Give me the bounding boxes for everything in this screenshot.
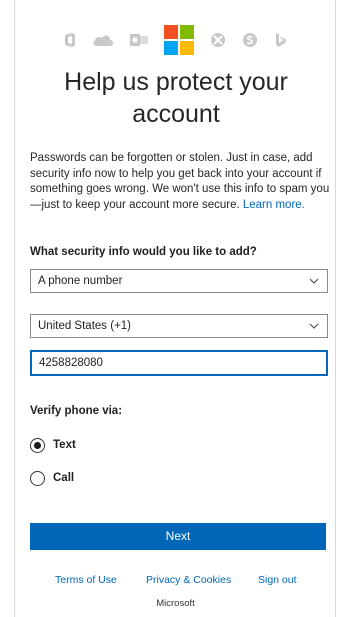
radio-selected-icon (30, 437, 45, 453)
phone-number-value: 4258828080 (39, 357, 103, 369)
verify-text-radio[interactable]: Text (30, 437, 76, 453)
sign-out-link[interactable]: Sign out (258, 574, 297, 586)
product-icons-row (0, 25, 351, 55)
radio-unselected-icon (30, 470, 45, 486)
security-method-select[interactable]: A phone number (30, 269, 328, 293)
chevron-down-icon (309, 323, 319, 329)
verify-via-label: Verify phone via: (30, 405, 123, 417)
verify-call-label: Call (53, 472, 75, 484)
microsoft-logo-icon (163, 25, 194, 55)
chevron-down-icon (309, 278, 319, 284)
terms-of-use-link[interactable]: Terms of Use (55, 574, 117, 586)
onedrive-icon (92, 35, 113, 46)
skype-icon (242, 33, 257, 47)
security-info-question: What security info would you like to add… (30, 246, 257, 258)
page-title: Help us protect your account (64, 68, 288, 128)
office-icon (64, 33, 75, 47)
phone-number-input[interactable]: 4258828080 (30, 350, 328, 376)
verify-text-label: Text (53, 439, 76, 451)
country-code-value: United States (+1) (38, 320, 132, 332)
privacy-cookies-link[interactable]: Privacy & Cookies (146, 574, 231, 586)
microsoft-brand-text: Microsoft (156, 598, 195, 609)
bing-icon (275, 33, 286, 47)
xbox-icon (210, 33, 225, 47)
learn-more-link[interactable]: Learn more. (243, 199, 305, 211)
security-method-value: A phone number (38, 275, 123, 287)
outlook-icon (129, 34, 148, 46)
verify-call-radio[interactable]: Call (30, 470, 74, 486)
intro-text: Passwords can be forgotten or stolen. Ju… (30, 151, 330, 213)
country-code-select[interactable]: United States (+1) (30, 314, 328, 338)
next-button[interactable]: Next (30, 523, 326, 550)
